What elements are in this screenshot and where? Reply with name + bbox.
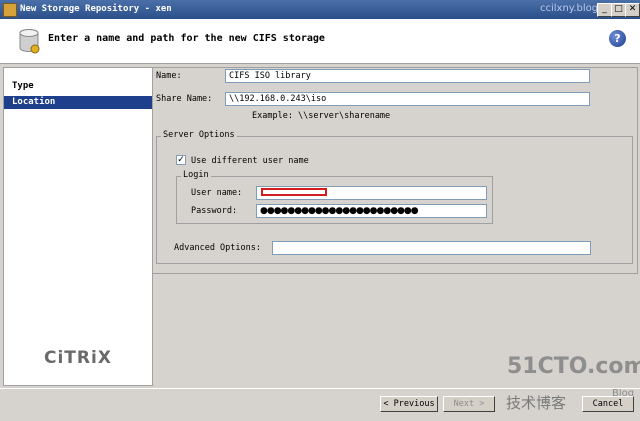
window-title: New Storage Repository - xen [20,4,172,14]
minimize-button[interactable]: _ [597,3,612,17]
help-icon[interactable]: ? [609,30,626,47]
name-input[interactable]: CIFS ISO library [225,69,590,83]
watermark-site: 51CTO.com [507,354,640,379]
redaction-box [261,188,327,196]
password-input[interactable]: ●●●●●●●●●●●●●●●●●●●●●●● [256,204,487,218]
sidebar-item-location[interactable]: Location [4,96,152,109]
username-label: User name: [191,188,243,198]
username-input[interactable] [256,186,487,200]
citrix-logo: CiTRiX [44,348,112,368]
password-label: Password: [191,206,238,216]
advanced-options-input[interactable] [272,241,591,255]
use-different-user-label: Use different user name [191,156,309,166]
storage-database-icon [19,29,40,54]
app-icon [3,3,17,17]
sidebar-item-type[interactable]: Type [4,80,152,93]
server-options-legend: Server Options [161,130,237,140]
login-group: Login User name: Password: ●●●●●●●●●●●●●… [176,170,493,224]
previous-button[interactable]: < Previous [380,396,438,412]
share-name-input[interactable]: \\192.168.0.243\iso [225,92,590,106]
maximize-button[interactable]: □ [611,3,626,17]
wizard-steps-sidebar: Type Location CiTRiX [3,67,153,386]
name-label: Name: [156,71,182,81]
wizard-footer: < Previous Next > Cancel [0,388,640,421]
title-bar: New Storage Repository - xen ccilxny.blo… [0,0,640,19]
close-button[interactable]: ✕ [625,3,640,17]
login-legend: Login [181,170,211,180]
wizard-header: Enter a name and path for the new CIFS s… [0,19,640,64]
next-button[interactable]: Next > [443,396,495,412]
cancel-button[interactable]: Cancel [582,396,634,412]
share-name-example: Example: \\server\sharename [252,111,391,121]
location-form: Name: CIFS ISO library Share Name: \\192… [152,67,638,274]
advanced-options-label: Advanced Options: [174,243,261,253]
server-options-group: Server Options ✓ Use different user name… [156,130,633,264]
page-instruction: Enter a name and path for the new CIFS s… [48,33,325,44]
share-name-label: Share Name: [156,94,213,104]
use-different-user-checkbox[interactable]: ✓ [176,155,186,165]
